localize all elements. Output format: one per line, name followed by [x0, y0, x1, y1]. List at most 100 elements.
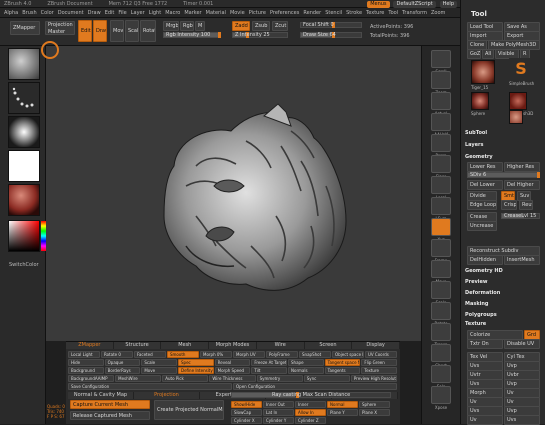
zmapper-option-button[interactable]: Open Configuration	[233, 383, 397, 390]
projection-option-button[interactable]: Normal	[327, 401, 358, 408]
zmapper-option-button[interactable]: Smooth	[167, 351, 199, 358]
nav-actual-button[interactable]: Actual	[431, 92, 451, 116]
nav-aahalf-button[interactable]: AAHalf	[431, 113, 451, 137]
zmapper-option-button[interactable]: Morph Speed	[214, 367, 251, 374]
goz-button[interactable]: GoZ	[467, 49, 481, 59]
preview-section[interactable]: Preview	[465, 279, 541, 285]
z-intensity-slider[interactable]: Z Intensity 25	[232, 32, 288, 38]
zmapper-tab-mesh[interactable]: Mesh	[161, 342, 210, 349]
zmapper-tab-display[interactable]: Display	[352, 342, 400, 349]
menus-button[interactable]: Menus	[367, 1, 390, 8]
draw-size-slider[interactable]: Draw Size 64	[300, 32, 362, 38]
scan-distance-slider[interactable]: Ray casting Max Scan Distance	[231, 392, 391, 398]
geometry-section[interactable]: Geometry	[465, 154, 541, 160]
menu-render[interactable]: Render	[303, 8, 321, 18]
projection-option-button[interactable]: Show/Hide	[231, 401, 262, 408]
zmapper-option-button[interactable]: Spec	[178, 359, 214, 366]
zmapper-tab-screen[interactable]: Screen	[304, 342, 353, 349]
layers-section[interactable]: Layers	[465, 142, 541, 148]
focal-shift-slider[interactable]: Focal Shift 0	[300, 22, 362, 28]
masking-section[interactable]: Masking	[465, 301, 541, 307]
zmapper-option-button[interactable]: Morph UV	[233, 351, 265, 358]
color-picker[interactable]	[8, 220, 46, 252]
nav-scroll-button[interactable]: Scroll	[431, 50, 451, 74]
menu-draw[interactable]: Draw	[88, 8, 101, 18]
scale-button[interactable]: Scale	[125, 20, 139, 42]
zmapper-option-button[interactable]: Tangent space N.Map	[324, 359, 361, 366]
projection-option-button[interactable]: Plane Y	[327, 409, 358, 416]
zmapper-panel-tab[interactable]: Projection	[134, 392, 200, 399]
menu-file[interactable]: File	[118, 8, 126, 18]
menu-document[interactable]: Document	[58, 8, 84, 18]
reuv-button[interactable]: Reuv	[519, 200, 533, 210]
default-zscript-button[interactable]: DefaultZScript	[393, 1, 436, 8]
subtool-section[interactable]: SubTool	[465, 130, 541, 136]
menu-material[interactable]: Material	[206, 8, 226, 18]
edge-loop-button[interactable]: Edge Loop	[467, 200, 497, 210]
zmapper-option-button[interactable]: Opaque	[104, 359, 141, 366]
all-button[interactable]: All	[482, 49, 494, 59]
nav-ghost-button[interactable]: Ghost	[431, 344, 451, 368]
menu-edit[interactable]: Edit	[105, 8, 115, 18]
crease-level-slider[interactable]: CreaseLvl 15	[501, 213, 540, 219]
menu-movie[interactable]: Movie	[230, 8, 245, 18]
projection-option-button[interactable]: Cylinder Y	[263, 417, 294, 424]
edit-button[interactable]: Edit	[78, 20, 92, 42]
tool-thumb-simplebrush[interactable]: S	[509, 58, 533, 80]
rgb-button[interactable]: Rgb	[180, 21, 194, 31]
zmapper-option-button[interactable]: Scale	[141, 359, 177, 366]
geometry-hd-section[interactable]: Geometry HD	[465, 268, 541, 274]
projection-master-button[interactable]: Projection Master	[45, 21, 75, 35]
release-mesh-button[interactable]: Release Captured Mesh	[70, 411, 150, 420]
zmapper-option-button[interactable]: Shape	[288, 359, 324, 366]
menu-tool[interactable]: Tool	[388, 8, 398, 18]
sdiv-slider[interactable]: SDiv 6	[467, 172, 540, 178]
nav-move-button[interactable]: Move	[431, 260, 451, 284]
nav-persp-button[interactable]: Persp	[431, 134, 451, 158]
switch-color-label[interactable]: SwitchColor	[9, 262, 39, 268]
alpha-thumbnail[interactable]	[8, 116, 40, 148]
zcut-button[interactable]: Zcut	[272, 21, 288, 31]
nav-floor-button[interactable]: Floor	[431, 155, 451, 179]
draw-button[interactable]: Draw	[93, 20, 107, 42]
zmapper-option-button[interactable]: Wire Thickness	[209, 375, 256, 382]
nav-lsym-button[interactable]: LSym	[431, 197, 451, 221]
del-lower-button[interactable]: Del Lower	[467, 180, 503, 190]
projection-option-button[interactable]: Inner	[295, 401, 326, 408]
uncrease-button[interactable]: Uncrease	[467, 221, 497, 231]
deformation-section[interactable]: Deformation	[465, 290, 541, 296]
menu-picture[interactable]: Picture	[249, 8, 266, 18]
zmapper-option-button[interactable]: Flip Green	[361, 359, 397, 366]
projection-option-button[interactable]: Plane X	[359, 409, 390, 416]
zmapper-panel-tab[interactable]: Normal & Cavity Map	[68, 392, 134, 399]
menu-texture[interactable]: Texture	[366, 8, 384, 18]
tool-thumb-polymesh[interactable]	[509, 92, 527, 110]
projection-option-button[interactable]: Sphere	[359, 401, 390, 408]
zmapper-option-button[interactable]: Object space N.Map	[332, 351, 364, 358]
rotate-button[interactable]: Rotate	[140, 20, 156, 42]
nav-xyz-button[interactable]: Xyz	[431, 218, 451, 242]
insert-mesh-button[interactable]: InsertMesh	[504, 255, 540, 265]
zmapper-option-button[interactable]: Background	[68, 367, 104, 374]
nav-scale-button[interactable]: Scale	[431, 281, 451, 305]
delhidden-button[interactable]: DelHidden	[467, 255, 503, 265]
menu-macro[interactable]: Macro	[165, 8, 180, 18]
zmapper-tab-morph-modes[interactable]: Morph Modes	[209, 342, 257, 349]
projection-option-button[interactable]: Cylinder X	[231, 417, 262, 424]
stroke-thumbnail[interactable]	[8, 82, 40, 114]
menu-transform[interactable]: Transform	[402, 8, 427, 18]
zmapper-option-button[interactable]: BackgroundAAIMP	[68, 375, 115, 382]
zmapper-option-button[interactable]: Local Light	[68, 351, 100, 358]
menu-zoom[interactable]: Zoom	[431, 8, 445, 18]
zadd-button[interactable]: Zadd	[232, 21, 250, 31]
projection-option-button[interactable]: Allow In	[295, 409, 326, 416]
zmapper-option-button[interactable]: Sync	[303, 375, 350, 382]
projection-option-button[interactable]: SlowCap	[231, 409, 262, 416]
txtr-on-button[interactable]: Txtr On	[467, 339, 503, 349]
tool-thumb-sphere[interactable]	[471, 92, 489, 110]
projection-option-button[interactable]: Lat In	[263, 409, 294, 416]
crisp-button[interactable]: Crisp	[501, 200, 517, 210]
tool-thumb-tiger[interactable]	[471, 60, 495, 84]
zmapper-option-button[interactable]: UV Coords	[365, 351, 397, 358]
nav-solo-button[interactable]: Solo	[431, 365, 451, 389]
